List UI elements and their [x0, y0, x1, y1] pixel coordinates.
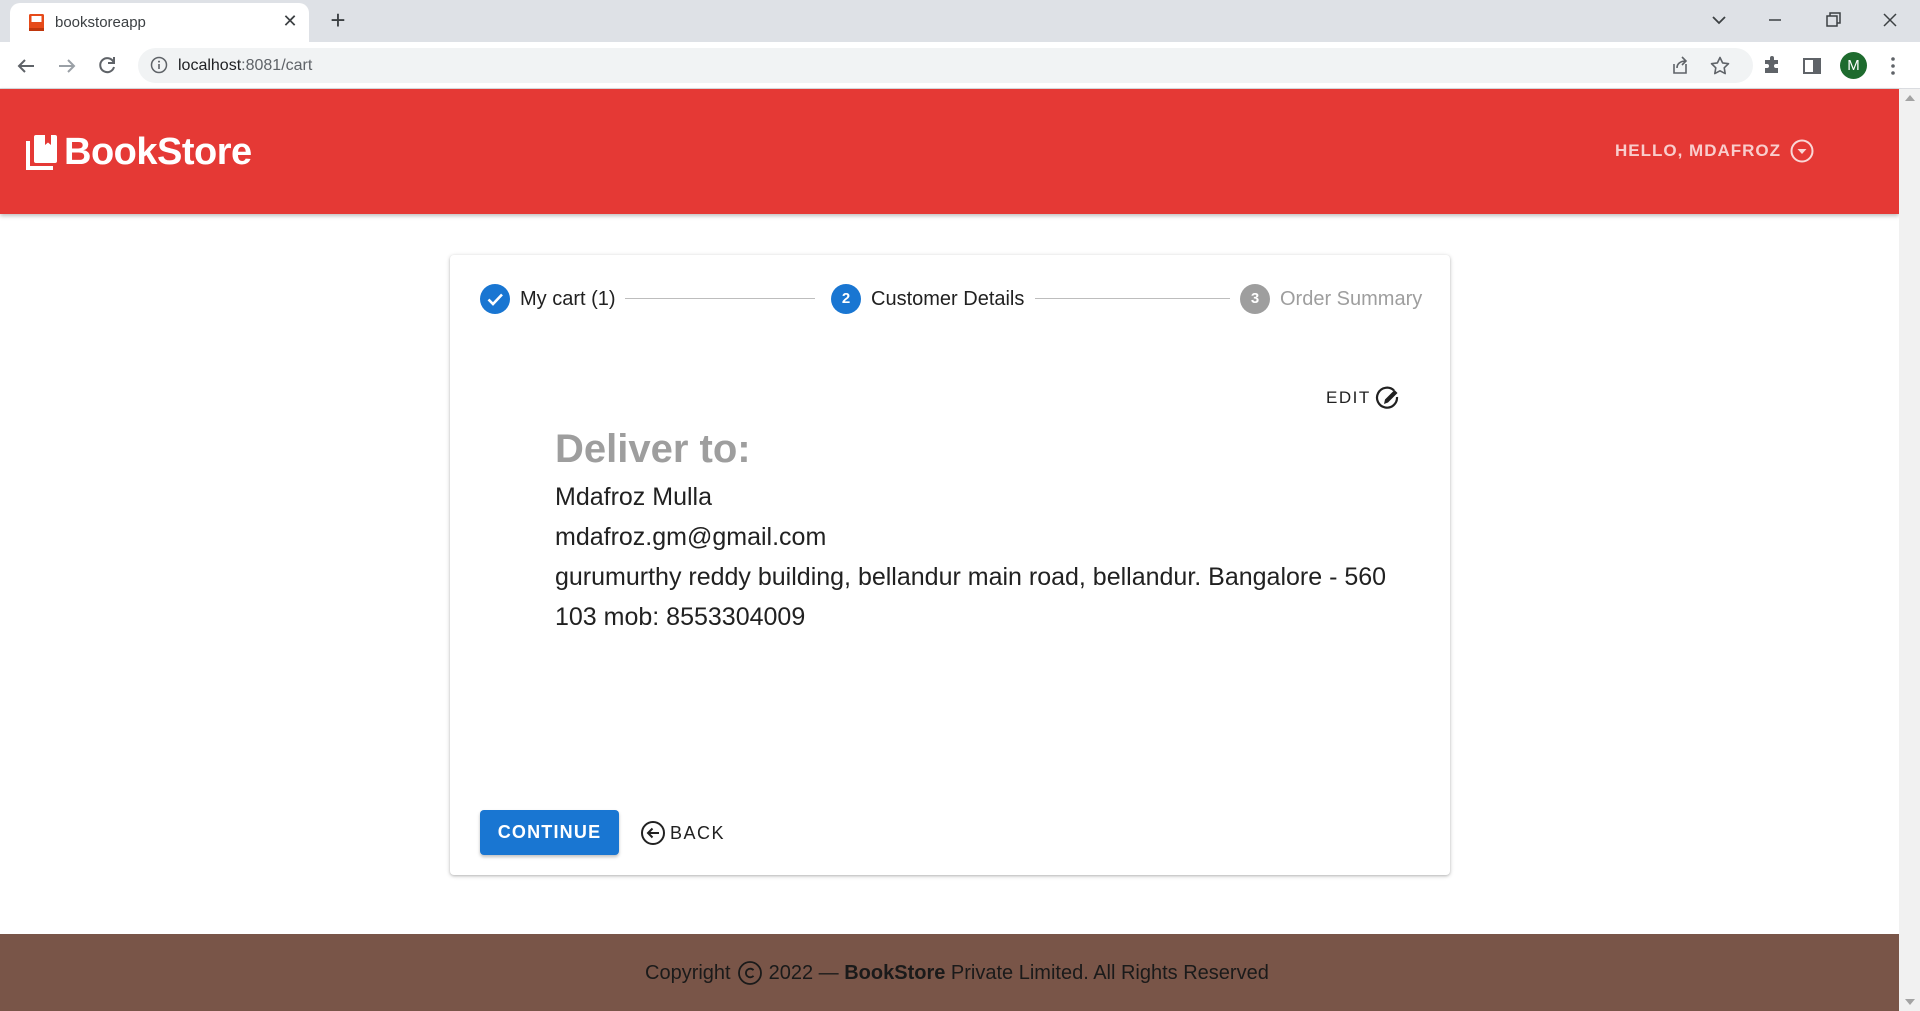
user-greeting: HELLO, MDAFROZ: [1615, 141, 1782, 160]
browser-toolbar: localhost:8081/cart M: [0, 42, 1920, 89]
tab-title: bookstoreapp: [55, 14, 146, 31]
edit-pencil-icon: [1375, 386, 1398, 409]
tab-search-icon[interactable]: [1707, 8, 1731, 32]
step-number: 3: [1240, 284, 1270, 314]
footer-suffix: Private Limited. All Rights Reserved: [950, 961, 1269, 984]
close-window-icon[interactable]: [1878, 8, 1902, 32]
customer-email: mdafroz.gm@gmail.com: [555, 523, 827, 551]
customer-address-line: gurumurthy reddy building, bellandur mai…: [555, 563, 1387, 591]
step-label: Order Summary: [1280, 287, 1423, 310]
tab-close-icon[interactable]: ✕: [280, 11, 300, 31]
side-panel-icon[interactable]: [1800, 54, 1824, 78]
app-footer: Copyright 2022 — BookStore Private Limit…: [0, 934, 1899, 1011]
app-header: BookStore HELLO, MDAFROZ: [0, 89, 1899, 214]
brand-logo[interactable]: BookStore: [25, 130, 252, 173]
profile-avatar[interactable]: M: [1840, 52, 1867, 79]
copyright-text: Copyright 2022 — BookStore Private Limit…: [645, 960, 1269, 986]
step-number: 2: [831, 284, 861, 314]
edit-label: EDIT: [1326, 388, 1371, 407]
scroll-up-arrow-icon[interactable]: [1905, 95, 1915, 101]
browser-tab[interactable]: bookstoreapp ✕: [10, 3, 309, 42]
footer-brand: BookStore: [844, 961, 946, 984]
minimize-icon[interactable]: [1763, 8, 1787, 32]
edit-button[interactable]: EDIT: [1326, 383, 1401, 413]
brand-name: BookStore: [64, 130, 252, 173]
arrow-back-circle-icon: [641, 821, 665, 845]
extensions-icon[interactable]: [1760, 54, 1784, 78]
back-arrow-icon[interactable]: [14, 54, 38, 78]
back-label: BACK: [670, 822, 726, 843]
browser-tab-strip: bookstoreapp ✕ +: [0, 0, 1920, 42]
page-scrollbar[interactable]: [1899, 89, 1920, 1011]
copyright-icon: [737, 961, 762, 985]
bookmark-star-icon[interactable]: [1708, 54, 1732, 78]
more-menu-icon[interactable]: [1881, 54, 1905, 78]
arrow-drop-down-circle-icon: [1790, 139, 1814, 163]
copyright-year: 2022 —: [768, 961, 839, 984]
url-path: :8081/cart: [241, 57, 313, 74]
restore-icon[interactable]: [1821, 8, 1845, 32]
copyright-prefix: Copyright: [645, 961, 731, 984]
new-tab-button[interactable]: +: [326, 7, 350, 33]
customer-name: Mdafroz Mulla: [555, 483, 712, 511]
step-connector: [1035, 298, 1230, 299]
forward-arrow-icon[interactable]: [55, 54, 79, 78]
user-menu-button[interactable]: HELLO, MDAFROZ: [1615, 138, 1815, 164]
step-label: Customer Details: [871, 287, 1025, 310]
share-icon[interactable]: [1668, 54, 1692, 78]
step-my-cart[interactable]: My cart (1): [480, 284, 616, 314]
checkout-card: My cart (1) 2 Customer Details 3 Order S…: [450, 255, 1450, 875]
reload-icon[interactable]: [95, 54, 119, 78]
back-button[interactable]: BACK: [640, 818, 725, 848]
deliver-to-heading: Deliver to:: [555, 427, 751, 471]
address-bar[interactable]: localhost:8081/cart: [138, 48, 1753, 83]
step-order-summary[interactable]: 3 Order Summary: [1240, 284, 1422, 314]
step-customer-details[interactable]: 2 Customer Details: [831, 284, 1024, 314]
url-text[interactable]: localhost:8081/cart: [178, 57, 312, 75]
site-info-icon[interactable]: [150, 56, 168, 74]
step-completed-check-icon: [480, 284, 510, 314]
library-books-icon: [26, 135, 57, 170]
url-host: localhost: [178, 57, 242, 74]
step-connector: [625, 298, 815, 299]
continue-button[interactable]: CONTINUE: [480, 810, 619, 855]
book-favicon-icon: [29, 14, 44, 31]
step-label: My cart (1): [520, 287, 616, 310]
customer-address-line: 103 mob: 8553304009: [555, 603, 806, 631]
scroll-down-arrow-icon[interactable]: [1905, 999, 1915, 1005]
